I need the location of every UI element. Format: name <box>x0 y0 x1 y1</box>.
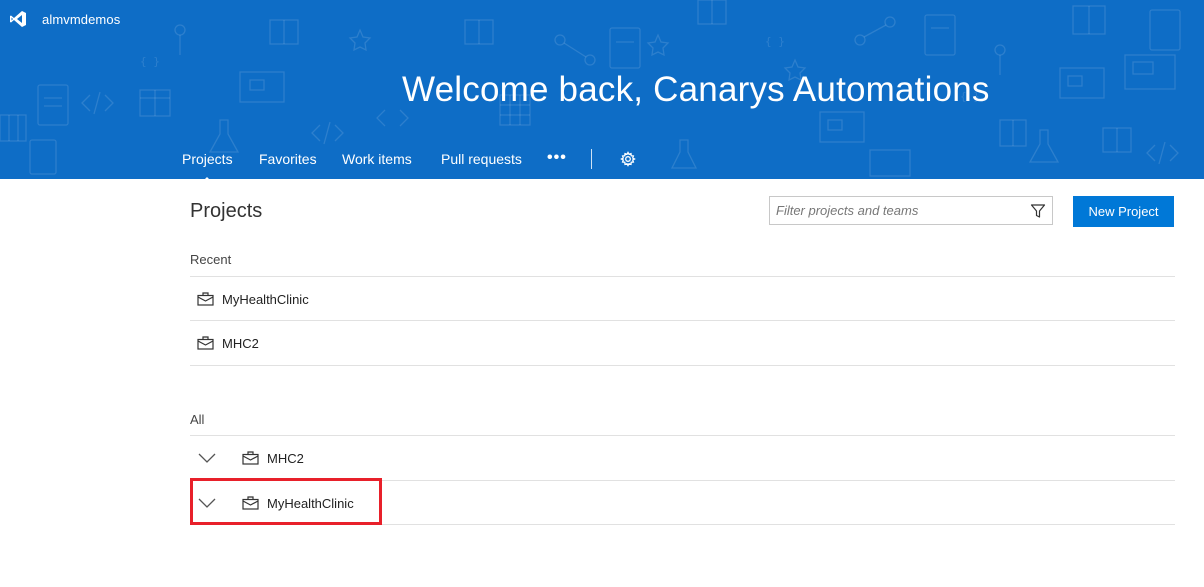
filter-icon[interactable] <box>1030 203 1046 219</box>
all-label: All <box>190 412 205 427</box>
brand[interactable]: almvmdemos <box>9 10 120 28</box>
welcome-heading: Welcome back, Canarys Automations <box>402 70 990 109</box>
filter-box[interactable] <box>769 196 1053 225</box>
project-name[interactable]: MHC2 <box>222 336 259 351</box>
hub-nav: Projects Favorites Work items Pull reque… <box>0 146 1204 179</box>
project-briefcase-icon <box>197 292 214 306</box>
recent-project-row[interactable]: MyHealthClinic <box>190 277 1175 321</box>
new-project-button[interactable]: New Project <box>1073 196 1174 227</box>
project-briefcase-icon <box>197 336 214 350</box>
highlight-box <box>190 478 382 525</box>
filter-input[interactable] <box>770 197 1020 224</box>
nav-favorites[interactable]: Favorites <box>259 151 317 167</box>
all-project-row[interactable]: MHC2 <box>190 436 1175 480</box>
organization-name[interactable]: almvmdemos <box>42 12 120 27</box>
project-briefcase-icon <box>242 451 259 465</box>
nav-projects[interactable]: Projects <box>182 151 233 179</box>
header-banner: { } { } { } almvmdemos Welcome back, Can… <box>0 0 1204 179</box>
chevron-down-icon[interactable] <box>198 453 216 463</box>
nav-pull-requests[interactable]: Pull requests <box>441 151 522 167</box>
recent-project-row[interactable]: MHC2 <box>190 321 1175 365</box>
svg-text:{ }: { } <box>765 35 785 48</box>
more-options-icon[interactable]: ••• <box>547 149 567 167</box>
visual-studio-logo-icon <box>10 11 26 27</box>
nav-work-items[interactable]: Work items <box>342 151 412 167</box>
divider <box>190 365 1175 366</box>
page-title: Projects <box>190 200 263 222</box>
gear-icon[interactable] <box>620 151 636 167</box>
recent-label: Recent <box>190 252 232 267</box>
project-name[interactable]: MHC2 <box>267 451 304 466</box>
project-name[interactable]: MyHealthClinic <box>222 292 309 307</box>
svg-text:{ }: { } <box>140 55 160 68</box>
nav-divider <box>591 149 592 169</box>
